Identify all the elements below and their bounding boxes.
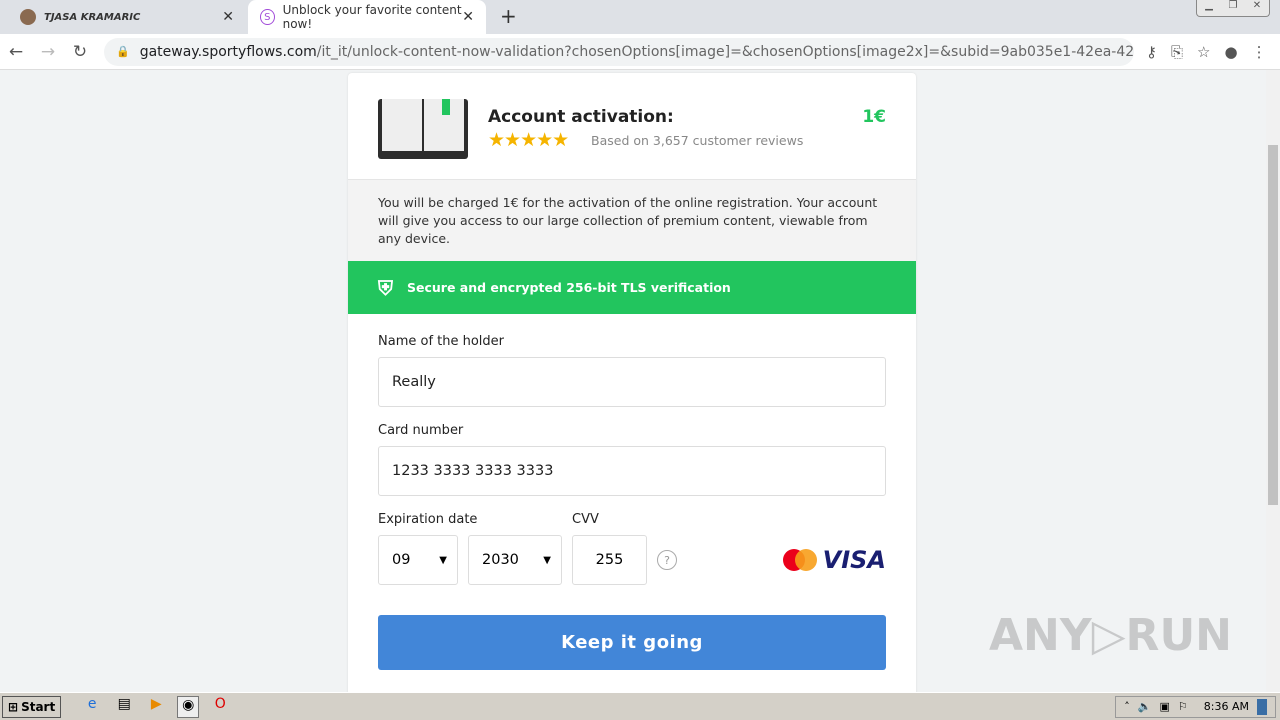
secure-banner: ⛨ Secure and encrypted 256-bit TLS verifi… xyxy=(348,261,916,314)
tab-tjasa[interactable]: TJASA KRAMARIC ✕ xyxy=(8,0,246,34)
new-tab-button[interactable]: + xyxy=(500,4,517,28)
review-count: Based on 3,657 customer reviews xyxy=(591,133,804,148)
address-bar[interactable]: 🔒 gateway.sportyflows.com/it_it/unlock-co… xyxy=(104,37,1134,66)
show-desktop-icon[interactable] xyxy=(1257,698,1267,715)
submit-button[interactable]: Keep it going xyxy=(378,615,886,670)
month-select[interactable]: 09 ▼ xyxy=(378,535,458,585)
dropdown-arrow-icon: ▼ xyxy=(543,554,551,566)
translate-icon[interactable]: ⎘ xyxy=(1171,43,1183,61)
expand-tray-icon[interactable]: ˄ xyxy=(1124,700,1130,713)
opera-icon[interactable]: O xyxy=(209,696,231,718)
card-logos: VISA xyxy=(782,546,886,574)
reload-icon[interactable]: ↻ xyxy=(64,42,96,62)
clock[interactable]: 8:36 AM xyxy=(1204,700,1249,713)
charge-description: You will be charged 1€ for the activatio… xyxy=(348,179,916,261)
minimize-icon[interactable]: ▁ xyxy=(1197,0,1221,16)
month-value: 09 xyxy=(392,552,411,568)
account-icon[interactable]: ● xyxy=(1224,43,1237,61)
network-icon[interactable]: ▣ xyxy=(1160,700,1170,713)
windows-logo-icon: ⊞ xyxy=(8,699,19,714)
cvv-input[interactable]: 255 xyxy=(572,535,647,585)
checkout-card: Account activation: ★★★★★ Based on 3,657… xyxy=(348,73,916,692)
restore-icon[interactable]: ❐ xyxy=(1221,0,1245,16)
holder-name-input[interactable]: Really xyxy=(378,357,886,407)
rating-stars: ★★★★★ xyxy=(488,129,569,151)
watermark: ANY▷RUN xyxy=(988,610,1232,661)
volume-icon[interactable]: 🔈 xyxy=(1138,700,1152,713)
help-icon[interactable]: ? xyxy=(657,550,677,570)
close-window-icon[interactable]: ✕ xyxy=(1245,0,1269,16)
star-icon[interactable]: ☆ xyxy=(1197,43,1210,61)
name-label: Name of the holder xyxy=(378,334,505,349)
book-icon xyxy=(378,99,468,159)
window-controls: ▁ ❐ ✕ xyxy=(1196,0,1270,17)
key-icon[interactable]: ⚷ xyxy=(1146,43,1157,61)
media-player-icon[interactable]: ▶ xyxy=(145,696,167,718)
menu-icon[interactable]: ⋮ xyxy=(1252,43,1267,61)
explorer-icon[interactable]: ▤ xyxy=(113,696,135,718)
expiration-label: Expiration date xyxy=(378,512,478,527)
tab-bar: TJASA KRAMARIC ✕ S Unblock your favorite c… xyxy=(0,0,1280,34)
visa-logo: VISA xyxy=(822,546,886,574)
mastercard-icon xyxy=(794,549,817,571)
year-select[interactable]: 2030 ▼ xyxy=(468,535,562,585)
tab-title: TJASA KRAMARIC xyxy=(44,11,141,23)
payment-form: Name of the holder Really Card number 12… xyxy=(348,314,916,670)
page-viewport: Account activation: ★★★★★ Based on 3,657… xyxy=(0,70,1266,692)
price: 1€ xyxy=(862,107,886,127)
shield-icon: ⛨ xyxy=(378,275,393,300)
scrollbar-thumb[interactable] xyxy=(1268,145,1278,505)
chrome-icon[interactable]: ◉ xyxy=(177,695,200,718)
ie-icon[interactable]: e xyxy=(81,696,103,718)
close-tab-icon[interactable]: ✕ xyxy=(462,9,474,25)
dropdown-arrow-icon: ▼ xyxy=(439,554,447,566)
card-header: Account activation: ★★★★★ Based on 3,657… xyxy=(348,73,916,179)
flag-icon[interactable]: ⚐ xyxy=(1178,700,1188,713)
card-number-input[interactable]: 1233 3333 3333 3333 xyxy=(378,446,886,496)
url-host: gateway.sportyflows.com xyxy=(139,43,317,60)
start-button[interactable]: ⊞ Start xyxy=(2,695,62,718)
secure-text: Secure and encrypted 256-bit TLS verific… xyxy=(407,280,731,295)
back-icon[interactable]: ← xyxy=(0,42,32,62)
tab-unblock[interactable]: S Unblock your favorite content now! ✕ xyxy=(248,0,486,34)
card-label: Card number xyxy=(378,423,464,438)
start-label: Start xyxy=(21,699,56,714)
scrollbar[interactable] xyxy=(1266,70,1280,692)
close-tab-icon[interactable]: ✕ xyxy=(222,9,234,25)
tab-title: Unblock your favorite content now! xyxy=(282,3,462,31)
taskbar: ⊞ Start e ▤ ▶ ◉ O ˄ 🔈 ▣ ⚐ 8:36 AM xyxy=(0,692,1280,720)
year-value: 2030 xyxy=(482,552,519,568)
system-tray: ˄ 🔈 ▣ ⚐ 8:36 AM xyxy=(1115,695,1276,718)
site-favicon-icon: S xyxy=(260,9,275,25)
avatar-favicon-icon xyxy=(20,9,36,25)
browser-toolbar: ← → ↻ 🔒 gateway.sportyflows.com/it_it/unl… xyxy=(0,34,1280,70)
forward-icon[interactable]: → xyxy=(32,42,64,62)
cvv-label: CVV xyxy=(572,512,599,527)
lock-icon: 🔒 xyxy=(116,45,130,58)
product-title: Account activation: xyxy=(488,107,674,127)
url-path: /it_it/unlock-content-now-validation?cho… xyxy=(316,43,1134,60)
